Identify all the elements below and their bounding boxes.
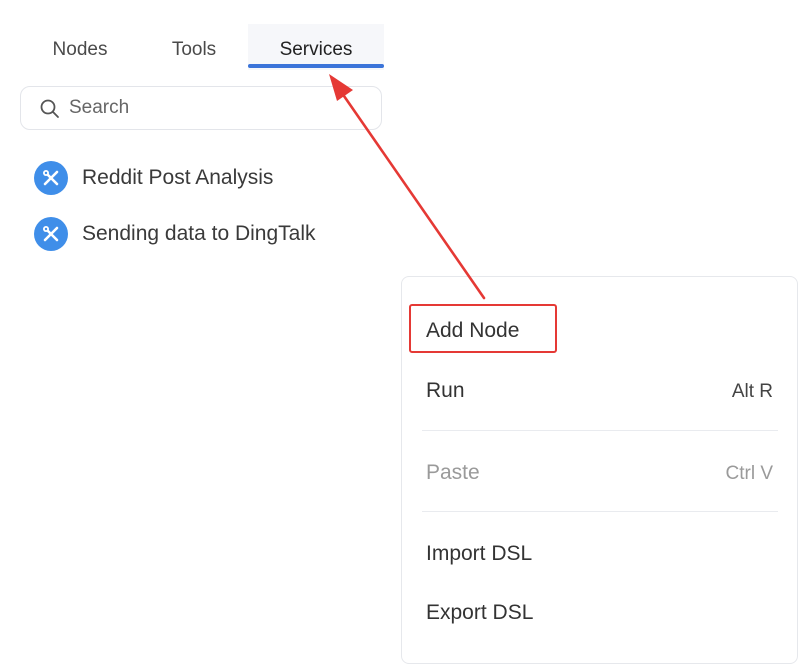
menu-item-label: Export DSL (426, 601, 534, 624)
menu-item-add-node[interactable]: Add Node (402, 305, 797, 355)
search-icon (39, 98, 61, 120)
service-item-label: Reddit Post Analysis (82, 166, 274, 189)
menu-item-paste[interactable]: Paste Ctrl V (402, 447, 797, 497)
menu-item-label: Run (426, 379, 465, 402)
menu-divider (422, 511, 778, 512)
menu-item-run[interactable]: Run Alt R (402, 365, 797, 415)
service-item-label: Sending data to DingTalk (82, 222, 316, 245)
menu-item-shortcut: Ctrl V (725, 463, 774, 484)
service-item-sending-data-to-dingtalk[interactable]: Sending data to DingTalk (32, 214, 382, 254)
tools-icon (34, 217, 68, 251)
service-item-reddit-post-analysis[interactable]: Reddit Post Analysis (32, 158, 382, 198)
menu-item-label: Import DSL (426, 542, 533, 565)
menu-item-label: Paste (426, 461, 480, 484)
search-box[interactable] (20, 86, 382, 130)
screenshot-canvas: Nodes Tools Services Search Reddit Post … (0, 0, 800, 666)
tab-nodes[interactable]: Nodes (40, 24, 120, 70)
block-selector-panel: Nodes Tools Services Search Reddit Post … (0, 0, 400, 272)
menu-item-shortcut: Alt R (731, 381, 773, 402)
tab-tools[interactable]: Tools (152, 24, 236, 70)
context-menu: Add Node Run Alt R Paste Ctrl V Import D… (401, 276, 798, 664)
search-input[interactable] (69, 93, 369, 123)
menu-item-export-dsl[interactable]: Export DSL (402, 587, 797, 637)
menu-item-label: Add Node (426, 319, 520, 342)
menu-item-import-dsl[interactable]: Import DSL (402, 528, 797, 578)
menu-divider (422, 430, 778, 431)
active-tab-indicator (248, 64, 384, 68)
tools-icon (34, 161, 68, 195)
